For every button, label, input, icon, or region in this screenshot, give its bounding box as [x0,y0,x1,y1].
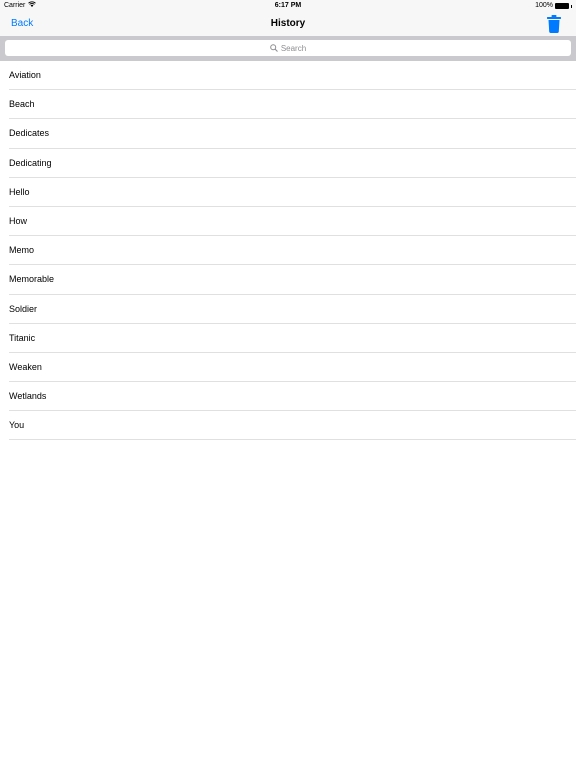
list-item-label: Dedicates [9,128,50,139]
page-title: History [270,18,306,29]
battery-fill [556,4,568,8]
list-item[interactable]: Weaken [0,353,576,383]
battery-tip [571,4,572,8]
list-item[interactable]: How [0,207,576,237]
search-input[interactable]: Search [5,40,571,56]
list-item[interactable]: You [0,411,576,441]
list-item-label: Beach [9,99,35,110]
navigation-bar: Back History [0,12,576,36]
list-item[interactable]: Hello [0,178,576,208]
list-item[interactable]: Dedicating [0,149,576,178]
status-bar: Carrier 6:17 PM 100% [0,0,576,12]
list-item-label: You [9,420,25,431]
list-item-label: Wetlands [9,391,47,402]
list-item-label: Aviation [9,70,41,80]
list-item-label: Titanic [9,332,36,343]
list-item[interactable]: Memorable [0,265,576,295]
search-icon [270,44,278,52]
list-item-label: Memorable [9,274,55,285]
list-item-label: Weaken [9,361,42,372]
list-item[interactable]: Soldier [0,295,576,324]
search-placeholder: Search [280,43,307,53]
trash-icon [547,15,561,33]
list-item[interactable]: Memo [0,236,576,266]
list-item[interactable]: Dedicates [0,119,576,149]
status-right: 100% [535,0,572,12]
battery-icon [555,3,569,9]
search-bar: Search [0,36,576,61]
list-item-label: Dedicating [9,157,52,168]
list-item-label: Hello [9,186,30,197]
list-item-label: How [9,215,28,226]
status-time: 6:17 PM [274,2,302,9]
list-item-label: Soldier [9,303,38,314]
list-item[interactable]: Wetlands [0,382,576,412]
list-item[interactable]: Beach [0,90,576,120]
list-item-label: Memo [9,245,35,256]
battery-percent: 100% [535,2,553,9]
history-list: Aviation Beach Dedicates Dedicating Hello How… [0,61,576,441]
list-item[interactable]: Titanic [0,324,576,354]
list-item[interactable]: Aviation [0,61,576,91]
trash-button[interactable] [546,15,562,33]
